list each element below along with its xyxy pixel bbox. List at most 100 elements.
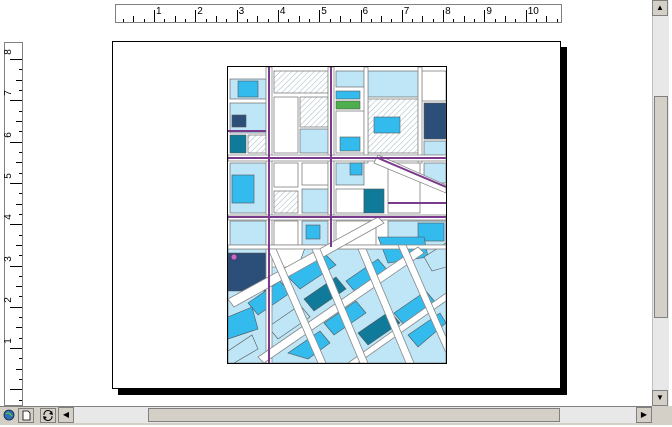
ruler-label: 1 (2, 338, 14, 344)
arrow-up-icon: ▲ (656, 3, 664, 12)
ruler-tick (19, 234, 22, 236)
scroll-up-button[interactable]: ▲ (652, 0, 668, 16)
ruler-label: 7 (403, 6, 410, 17)
ruler-tick (360, 10, 362, 22)
ruler-tick (154, 10, 155, 22)
ruler-tick (16, 368, 22, 370)
ruler-tick (19, 317, 22, 319)
horizontal-ruler[interactable]: 1 2 3 4 5 6 7 8 9 10 (115, 4, 562, 23)
ruler-label: 5 (2, 173, 14, 179)
ruler-tick (10, 348, 22, 350)
ruler-tick (288, 19, 290, 22)
ruler-tick (536, 19, 538, 22)
ruler-tick (195, 10, 197, 22)
arrow-right-icon: ▶ (640, 410, 648, 419)
ruler-tick (370, 19, 372, 22)
ruler-label: 2 (2, 297, 14, 303)
ruler-tick (215, 16, 217, 22)
ruler-tick (381, 16, 383, 22)
vertical-scrollbar[interactable] (652, 0, 669, 406)
point-feature (230, 253, 238, 261)
ruler-tick (401, 10, 403, 22)
ruler-label: 8 (2, 49, 14, 55)
ruler-tick (10, 141, 22, 143)
scroll-right-button[interactable]: ▶ (636, 407, 652, 423)
globe-icon (3, 409, 15, 421)
ruler-tick (19, 399, 22, 401)
ruler-label: 8 (445, 6, 451, 17)
ruler-label: 1 (156, 6, 162, 17)
ruler-tick (133, 16, 135, 22)
ruler-tick (16, 286, 22, 288)
scroll-left-button[interactable]: ◀ (58, 407, 74, 423)
ruler-tick (19, 69, 22, 71)
ruler-tick (143, 19, 145, 22)
ruler-label: 7 (2, 90, 14, 97)
ruler-tick (16, 79, 22, 81)
ruler-tick (10, 265, 22, 267)
ruler-tick (123, 19, 125, 22)
ruler-tick (556, 19, 558, 22)
ruler-tick (391, 19, 393, 22)
ruler-label: 3 (2, 255, 14, 262)
ruler-tick (463, 16, 465, 22)
ruler-tick (505, 16, 507, 22)
ruler-tick (329, 19, 331, 22)
vertical-ruler[interactable]: 8 7 6 5 4 3 2 1 (2, 42, 23, 406)
ruler-label: 9 (486, 6, 492, 17)
ruler-tick (19, 275, 22, 277)
ruler-tick (412, 19, 414, 22)
parcel-map (228, 67, 446, 363)
arrow-left-icon: ◀ (62, 410, 70, 419)
ruler-tick (10, 306, 22, 308)
ruler-tick (19, 193, 22, 195)
ruler-tick (184, 19, 186, 22)
ruler-tick (308, 19, 310, 22)
ruler-tick (174, 16, 176, 22)
ruler-tick (19, 296, 22, 298)
ruler-tick (19, 337, 22, 339)
ruler-tick (443, 10, 445, 22)
ruler-tick (515, 19, 517, 22)
ruler-tick (422, 16, 424, 22)
ruler-label: 4 (2, 214, 14, 220)
refresh-icon (43, 410, 53, 421)
ruler-tick (19, 358, 22, 360)
arrow-down-icon: ▼ (656, 393, 664, 402)
ruler-tick (246, 19, 248, 22)
scroll-down-button[interactable]: ▼ (652, 390, 668, 406)
ruler-tick (484, 10, 486, 22)
horizontal-scroll-thumb[interactable] (148, 408, 560, 422)
ruler-tick (257, 16, 259, 22)
ruler-tick (546, 16, 548, 22)
ruler-tick (19, 379, 22, 381)
refresh-button[interactable] (40, 408, 56, 423)
ruler-label: 4 (279, 6, 286, 17)
ruler-label: 5 (321, 6, 327, 17)
layout-view-window: 1 2 3 4 5 6 7 8 9 10 8 7 6 5 4 3 2 1 ▲ ▼ ◀ ▶ (0, 0, 672, 425)
ruler-tick (19, 89, 22, 91)
ruler-tick (494, 19, 496, 22)
ruler-tick (277, 10, 279, 22)
ruler-tick (10, 182, 22, 184)
ruler-tick (226, 19, 228, 22)
vertical-scroll-thumb[interactable] (654, 96, 668, 318)
ruler-tick (453, 19, 455, 22)
ruler-tick (19, 255, 22, 257)
data-view-button[interactable] (2, 408, 18, 423)
ruler-tick (10, 224, 22, 226)
ruler-tick (19, 172, 22, 174)
horizontal-scrollbar[interactable] (58, 407, 652, 423)
ruler-tick (525, 10, 527, 22)
ruler-tick (432, 19, 434, 22)
layout-view-button[interactable] (18, 408, 34, 423)
map-data-frame[interactable] (227, 66, 447, 364)
ruler-label: 2 (197, 6, 203, 17)
ruler-tick (16, 244, 22, 246)
ruler-tick (319, 10, 321, 22)
ruler-label: 10 (527, 6, 539, 17)
ruler-tick (16, 162, 22, 164)
ruler-tick (10, 59, 22, 60)
ruler-label: 6 (362, 6, 369, 17)
ruler-label: 3 (238, 6, 245, 17)
